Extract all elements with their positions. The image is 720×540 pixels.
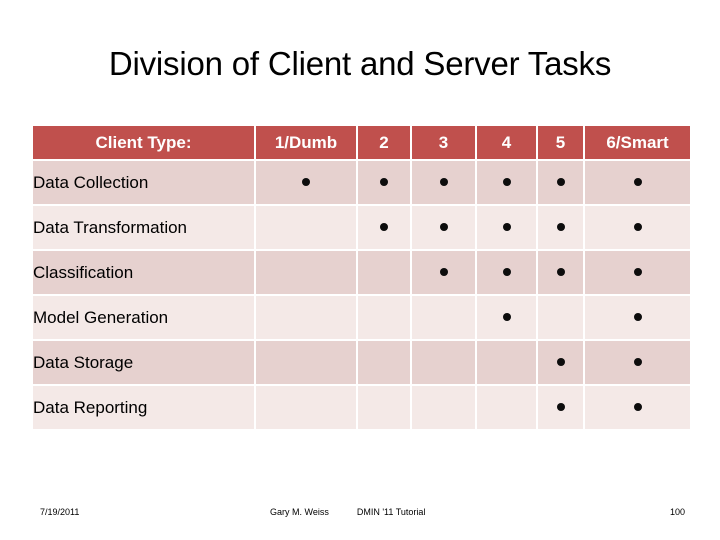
task-label-classification: Classification bbox=[33, 251, 256, 296]
mark-dot bbox=[502, 223, 511, 232]
cell-data-storage-2 bbox=[358, 341, 412, 386]
table-body: Data Collection Data Transformation Clas… bbox=[33, 161, 690, 431]
cell-data-reporting-3 bbox=[412, 386, 477, 431]
slide-footer: 7/19/2011 Gary M. Weiss DMIN '11 Tutorial… bbox=[0, 507, 720, 523]
mark-dot bbox=[556, 358, 565, 367]
footer-center-group: Gary M. Weiss DMIN '11 Tutorial bbox=[270, 507, 425, 517]
table-row: Data Storage bbox=[33, 341, 690, 386]
cell-data-reporting-1 bbox=[256, 386, 358, 431]
cell-data-storage-1 bbox=[256, 341, 358, 386]
table-header: Client Type: 1/Dumb 2 3 4 5 6/Smart bbox=[33, 126, 690, 161]
mark-dot bbox=[502, 178, 511, 187]
mark-dot bbox=[380, 223, 388, 232]
task-label-data-collection: Data Collection bbox=[33, 161, 256, 206]
footer-event: DMIN '11 Tutorial bbox=[356, 507, 426, 517]
slide-number: 100 bbox=[669, 507, 685, 517]
cell-classification-4 bbox=[477, 251, 538, 296]
column-header-2: 2 bbox=[358, 126, 412, 161]
mark-dot bbox=[633, 268, 642, 277]
cell-data-collection-2 bbox=[358, 161, 412, 206]
mark-dot bbox=[439, 223, 448, 232]
cell-data-transformation-2 bbox=[358, 206, 412, 251]
table-row: Data Reporting bbox=[33, 386, 690, 431]
table-row: Model Generation bbox=[33, 296, 690, 341]
footer-author: Gary M. Weiss bbox=[270, 507, 329, 517]
cell-data-reporting-6 bbox=[585, 386, 690, 431]
cell-data-reporting-5 bbox=[538, 386, 585, 431]
mark-dot bbox=[556, 178, 565, 187]
column-header-client-type: Client Type: bbox=[33, 126, 256, 161]
cell-data-transformation-4 bbox=[477, 206, 538, 251]
cell-data-storage-5 bbox=[538, 341, 585, 386]
mark-dot bbox=[502, 268, 511, 277]
cell-data-collection-6 bbox=[585, 161, 690, 206]
table-header-row: Client Type: 1/Dumb 2 3 4 5 6/Smart bbox=[33, 126, 690, 161]
cell-data-storage-4 bbox=[477, 341, 538, 386]
mark-dot bbox=[556, 403, 565, 412]
cell-data-collection-3 bbox=[412, 161, 477, 206]
cell-classification-6 bbox=[585, 251, 690, 296]
cell-model-generation-5 bbox=[538, 296, 585, 341]
mark-dot bbox=[302, 178, 310, 187]
cell-data-transformation-1 bbox=[256, 206, 358, 251]
cell-classification-1 bbox=[256, 251, 358, 296]
cell-model-generation-3 bbox=[412, 296, 477, 341]
cell-data-transformation-6 bbox=[585, 206, 690, 251]
cell-data-transformation-3 bbox=[412, 206, 477, 251]
client-server-task-table: Client Type: 1/Dumb 2 3 4 5 6/Smart Data… bbox=[33, 126, 690, 431]
mark-dot bbox=[633, 178, 642, 187]
cell-data-storage-3 bbox=[412, 341, 477, 386]
cell-classification-2 bbox=[358, 251, 412, 296]
task-label-data-transformation: Data Transformation bbox=[33, 206, 256, 251]
cell-model-generation-6 bbox=[585, 296, 690, 341]
cell-data-reporting-2 bbox=[358, 386, 412, 431]
footer-date: 7/19/2011 bbox=[40, 507, 80, 517]
cell-classification-3 bbox=[412, 251, 477, 296]
cell-data-transformation-5 bbox=[538, 206, 585, 251]
table-row: Data Transformation bbox=[33, 206, 690, 251]
mark-dot bbox=[633, 358, 642, 367]
slide-canvas: Division of Client and Server Tasks Clie… bbox=[0, 0, 720, 540]
task-label-data-reporting: Data Reporting bbox=[33, 386, 256, 431]
mark-dot bbox=[556, 223, 565, 232]
cell-model-generation-1 bbox=[256, 296, 358, 341]
mark-dot bbox=[633, 223, 642, 232]
cell-data-collection-1 bbox=[256, 161, 358, 206]
mark-dot bbox=[439, 268, 448, 277]
mark-dot bbox=[633, 313, 642, 322]
table-row: Data Collection bbox=[33, 161, 690, 206]
task-label-model-generation: Model Generation bbox=[33, 296, 256, 341]
column-header-4: 4 bbox=[477, 126, 538, 161]
column-header-6-smart: 6/Smart bbox=[585, 126, 690, 161]
mark-dot bbox=[439, 178, 448, 187]
cell-data-storage-6 bbox=[585, 341, 690, 386]
column-header-3: 3 bbox=[412, 126, 477, 161]
page-title: Division of Client and Server Tasks bbox=[108, 45, 612, 82]
cell-model-generation-4 bbox=[477, 296, 538, 341]
column-header-5: 5 bbox=[538, 126, 585, 161]
mark-dot bbox=[502, 313, 511, 322]
mark-dot bbox=[556, 268, 565, 277]
cell-data-reporting-4 bbox=[477, 386, 538, 431]
cell-model-generation-2 bbox=[358, 296, 412, 341]
cell-classification-5 bbox=[538, 251, 585, 296]
mark-dot bbox=[633, 403, 642, 412]
table-row: Classification bbox=[33, 251, 690, 296]
cell-data-collection-5 bbox=[538, 161, 585, 206]
task-label-data-storage: Data Storage bbox=[33, 341, 256, 386]
cell-data-collection-4 bbox=[477, 161, 538, 206]
mark-dot bbox=[380, 178, 388, 187]
column-header-1-dumb: 1/Dumb bbox=[256, 126, 358, 161]
